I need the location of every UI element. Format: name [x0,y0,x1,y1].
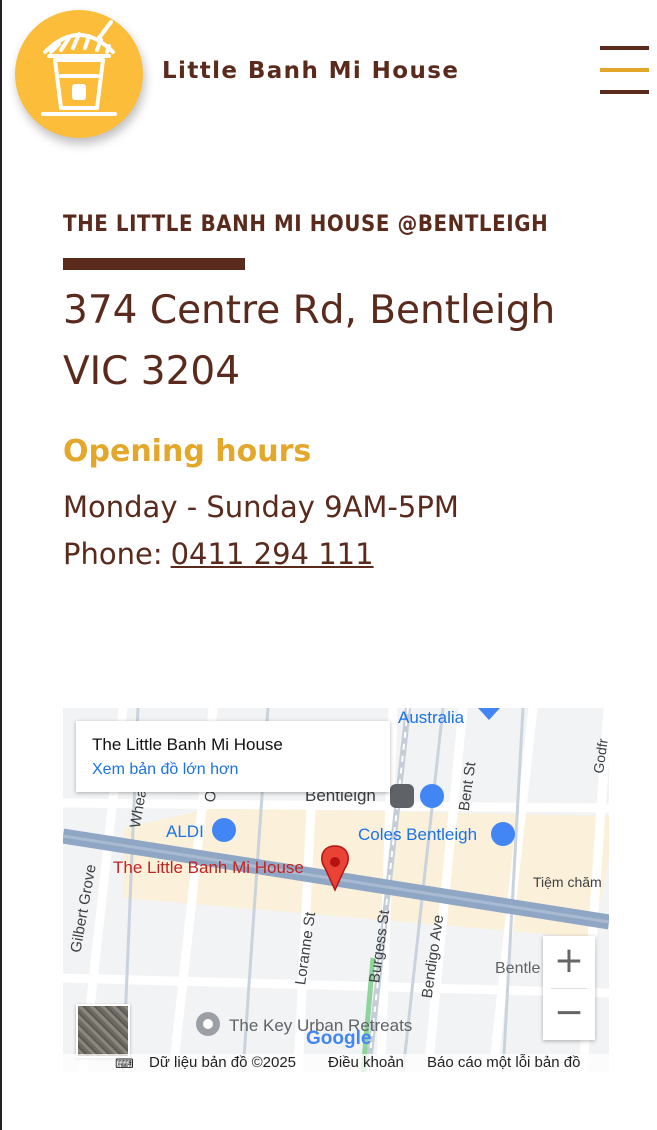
map-data-attribution: Dữ liệu bản đồ ©2025 [149,1054,297,1071]
menu-bar-middle [600,68,649,72]
brand-name[interactable]: Little Banh Mi House [162,58,459,84]
google-logo: Google [306,1028,371,1050]
map-label-bentleigh-right: Bentle [495,960,541,977]
map-label-tiem-cham: Tiệm chăm [533,874,602,890]
map-label-australia: Australia [398,708,465,727]
map-label-pin[interactable]: The Little Banh Mi House [113,858,304,878]
google-logo-letters: Google [306,1028,372,1049]
address-line-1: 374 Centre Rd, Bentleigh [63,288,556,333]
store-address: 374 Centre Rd, Bentleigh VIC 3204 [63,280,583,402]
map-card-title: The Little Banh Mi House [92,735,283,754]
menu-bar-bottom [600,90,649,94]
map-label-coles: Coles Bentleigh [358,825,478,844]
zoom-in-button[interactable]: + [543,936,595,988]
map-footer: ⌨ Dữ liệu bản đồ ©2025 Điều khoản Báo cá… [63,1054,609,1072]
banh-mi-drink-cup-icon [41,20,117,116]
hamburger-menu-icon[interactable] [600,46,650,96]
map-terms-link[interactable]: Điều khoản [328,1054,404,1071]
phone-row: Phone: 0411 294 111 [63,537,374,571]
zoom-out-button[interactable]: − [543,988,595,1040]
store-title: THE LITTLE BANH MI HOUSE @BENTLEIGH [63,212,549,237]
address-line-2: VIC 3204 [63,349,241,394]
keyboard-shortcuts-icon[interactable]: ⌨ [115,1056,134,1072]
page-left-border [0,0,2,1130]
embedded-map[interactable]: Australia Bentleigh ALDI Coles Bentleigh… [63,708,609,1072]
map-zoom-controls: + − [543,936,595,1040]
menu-bar-top [600,46,649,50]
phone-link[interactable]: 0411 294 111 [171,537,374,571]
opening-hours-text: Monday - Sunday 9AM-5PM [63,490,459,524]
map-larger-view-link[interactable]: Xem bản đồ lớn hơn [92,761,238,779]
map-label-aldi: ALDI [166,822,204,841]
map-report-error-link[interactable]: Báo cáo một lỗi bản đồ [427,1054,580,1071]
map-info-card: The Little Banh Mi House Xem bản đồ lớn … [76,721,390,792]
opening-hours-heading: Opening hours [63,434,312,469]
title-underline-bar [63,258,245,270]
phone-label: Phone: [63,537,163,571]
satellite-view-toggle[interactable] [76,1004,130,1058]
logo[interactable] [15,10,143,138]
